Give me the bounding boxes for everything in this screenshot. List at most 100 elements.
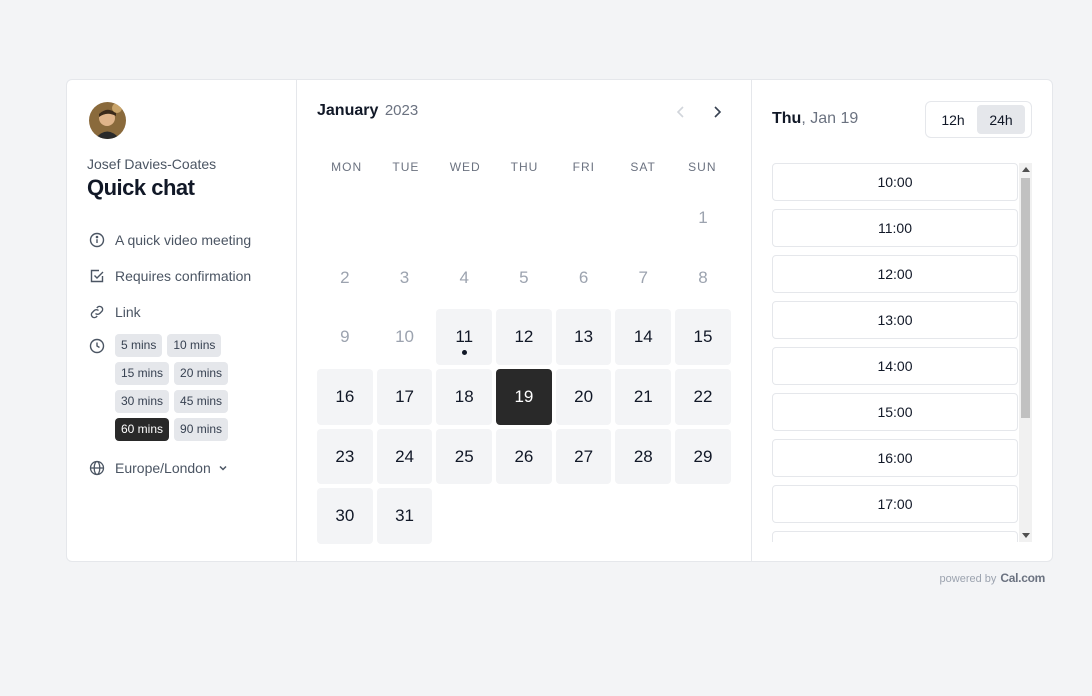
day-number: 6 [578, 267, 589, 287]
day-number: 23 [335, 446, 355, 466]
month-label: January [317, 102, 379, 119]
day-cell: 7 [615, 250, 671, 306]
day-number: 15 [693, 327, 713, 347]
time-slot-button[interactable]: 11:00 [772, 209, 1018, 247]
description-text: A quick video meeting [115, 232, 252, 248]
empty-day-cell [377, 190, 433, 246]
day-grid: 1 2 3 4 5 6 7 8 9 10 11 12 13 14 15 16 17 18 19 20 21 22 23 24 2… [317, 190, 732, 545]
day-cell: 6 [556, 250, 612, 306]
duration-row: 30 mins 45 mins [115, 390, 245, 413]
day-cell: 2 [317, 250, 373, 306]
day-number: 29 [693, 446, 713, 466]
day-cell[interactable]: 13 [555, 309, 612, 366]
day-number: 26 [514, 446, 534, 466]
day-cell[interactable]: 28 [615, 428, 672, 485]
day-cell: 3 [377, 250, 433, 306]
day-cell[interactable]: 11 [436, 309, 493, 366]
selected-day[interactable]: 19 [496, 369, 552, 425]
brand-logo[interactable]: Cal.com [1000, 571, 1045, 585]
day-number: 3 [399, 267, 410, 287]
day-cell[interactable]: 16 [317, 369, 373, 425]
time-slot-button[interactable]: 13:00 [772, 301, 1018, 339]
day-number: 16 [335, 386, 355, 406]
weekday-label: FRI [572, 160, 595, 174]
day-cell[interactable]: 26 [496, 428, 552, 485]
weekday-label: THU [510, 160, 539, 174]
link-text: Link [115, 304, 141, 320]
day-cell[interactable]: 18 [436, 369, 493, 425]
day-cell[interactable]: 15 [675, 309, 731, 366]
time-slot-button[interactable]: 10:00 [772, 163, 1018, 201]
day-cell[interactable]: 29 [675, 428, 731, 485]
duration-row: 5 mins 10 mins [115, 334, 245, 357]
day-cell: 4 [436, 250, 492, 306]
weekday-label: MON [331, 160, 363, 174]
day-number: 1 [698, 207, 708, 227]
duration-option[interactable]: 45 mins [174, 390, 229, 413]
day-number: 5 [519, 267, 529, 287]
chevron-down-icon [217, 462, 229, 474]
scroll-down-arrow[interactable] [1022, 533, 1030, 538]
selected-date: , Jan 19 [801, 110, 859, 127]
time-slot-button[interactable] [772, 531, 1018, 542]
day-number: 24 [395, 446, 414, 466]
time-slot-button[interactable]: 12:00 [772, 255, 1018, 293]
day-number: 17 [395, 386, 414, 406]
weekday-label: TUE [392, 160, 420, 174]
duration-option[interactable]: 90 mins [174, 418, 229, 441]
day-cell[interactable]: 27 [555, 428, 612, 485]
year-label: 2023 [384, 102, 419, 119]
selected-weekday: Thu [772, 110, 802, 127]
timezone-label: Europe/London [115, 460, 211, 476]
day-cell[interactable]: 30 [317, 488, 373, 545]
day-number: 13 [574, 327, 594, 347]
day-cell[interactable]: 23 [317, 428, 373, 485]
weekday-label: SAT [630, 160, 656, 174]
day-cell: 5 [496, 250, 552, 306]
calendar-panel: January 2023 MON TUE WED THU FRI SAT SUN 12345… [297, 80, 752, 561]
time-slot-button[interactable]: 16:00 [772, 439, 1018, 477]
format-12h-button[interactable]: 12h [929, 105, 977, 134]
duration-option[interactable]: 5 mins [115, 334, 163, 357]
chevron-left-icon [676, 106, 684, 118]
day-number: 31 [395, 506, 414, 526]
day-cell[interactable]: 21 [615, 369, 672, 425]
previous-month-button[interactable] [671, 102, 691, 122]
scrollbar[interactable] [1019, 163, 1032, 542]
duration-option[interactable]: 15 mins [115, 362, 170, 385]
day-number: 8 [698, 267, 708, 287]
next-month-button[interactable] [707, 102, 727, 122]
duration-option[interactable]: 20 mins [174, 362, 229, 385]
day-number: 4 [459, 267, 469, 287]
avatar [89, 102, 126, 139]
day-cell[interactable]: 25 [436, 428, 493, 485]
weekday-header: MON TUE WED THU FRI SAT SUN [317, 160, 732, 174]
day-number: 11 [455, 327, 474, 347]
duration-option[interactable]: 30 mins [115, 390, 170, 413]
month-heading: January 2023 [317, 102, 418, 120]
duration-option[interactable]: 10 mins [167, 334, 222, 357]
weekday-label: SUN [688, 160, 717, 174]
day-cell[interactable]: 12 [496, 309, 552, 366]
day-cell[interactable]: 20 [555, 369, 612, 425]
scroll-up-arrow[interactable] [1022, 167, 1030, 172]
scrollbar-thumb[interactable] [1021, 178, 1030, 418]
time-slot-button[interactable]: 14:00 [772, 347, 1018, 385]
duration-row: 15 mins 20 mins [115, 362, 245, 385]
format-24h-button[interactable]: 24h [977, 105, 1025, 134]
day-cell[interactable]: 24 [376, 428, 433, 485]
powered-by-text: powered by [939, 573, 997, 585]
duration-option[interactable]: 60 mins [115, 418, 170, 441]
day-cell[interactable]: 14 [615, 309, 672, 366]
weekday-label: WED [449, 160, 481, 174]
day-number: 18 [454, 386, 474, 406]
day-number: 19 [514, 386, 534, 406]
event-description: A quick video meeting [89, 232, 251, 248]
timezone-selector[interactable]: Europe/London [89, 460, 229, 476]
day-cell[interactable]: 31 [376, 488, 433, 545]
day-cell[interactable]: 17 [376, 369, 433, 425]
time-slot-button[interactable]: 17:00 [772, 485, 1018, 523]
day-cell[interactable]: 22 [675, 369, 731, 425]
clock-icon [89, 338, 105, 354]
time-slot-button[interactable]: 15:00 [772, 393, 1018, 431]
